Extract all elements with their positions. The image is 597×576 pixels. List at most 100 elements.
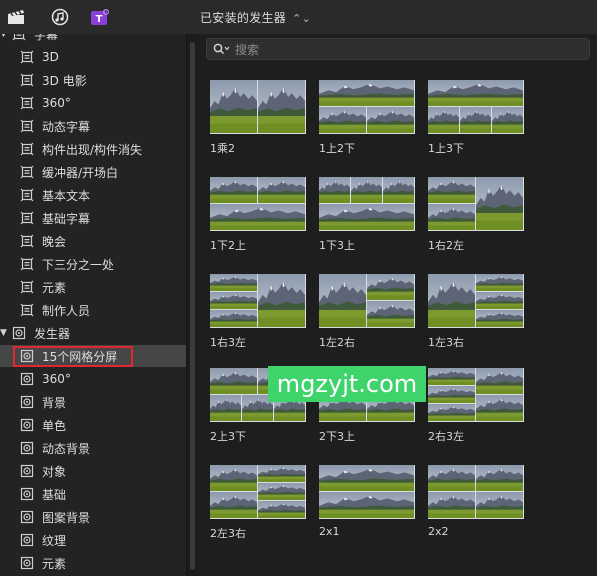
generator-tile-label: 1左3右 <box>428 336 464 349</box>
sidebar-item-label: 制作人员 <box>42 303 91 318</box>
sidebar-item[interactable]: 制作人员 <box>0 299 186 321</box>
thumbnail-cell <box>258 274 305 327</box>
generator-tile-label: 1下2上 <box>210 239 246 252</box>
sidebar-item-label: 360° <box>42 372 71 386</box>
sidebar-item[interactable]: 基础 <box>0 483 186 505</box>
sidebar-item[interactable]: 构件出现/构件消失 <box>0 138 186 160</box>
selection-highlight-box <box>13 346 133 367</box>
title-frame-icon <box>20 119 34 133</box>
thumbnail-cell <box>210 204 305 230</box>
sidebar-item[interactable]: 动态字幕 <box>0 115 186 137</box>
title-frame-icon <box>20 211 34 225</box>
generator-tile-label: 1右3左 <box>210 336 246 349</box>
generator-thumbnail[interactable] <box>428 465 524 519</box>
sidebar-item[interactable]: 360° <box>0 92 186 114</box>
generator-icon <box>20 510 34 524</box>
thumbnail-cell <box>210 274 257 291</box>
sidebar-item-label: 动态字幕 <box>42 119 91 134</box>
sidebar-item[interactable]: 晚会 <box>0 230 186 252</box>
thumbnail-cell <box>476 177 523 230</box>
sidebar-item[interactable]: 图案背景 <box>0 506 186 528</box>
sidebar-item-label: 发生器 <box>34 326 71 341</box>
thumbnail-cell <box>428 107 459 133</box>
title-frame-icon <box>20 96 34 110</box>
title-frame-icon <box>20 73 34 87</box>
sidebar-item-label: 字幕 <box>34 34 59 42</box>
sidebar-item-label: 单色 <box>42 418 67 433</box>
thumbnail-cell <box>210 368 257 394</box>
sidebar-item[interactable]: 360° <box>0 368 186 390</box>
sidebar-category[interactable]: ▼ 发生器 <box>0 322 186 344</box>
thumbnail-cell <box>460 107 491 133</box>
sidebar-item[interactable]: 元素 <box>0 276 186 298</box>
generator-tile-label: 2x1 <box>319 525 340 538</box>
search-icon <box>213 43 235 55</box>
thumbnail-cell <box>351 177 382 203</box>
thumbnail-cell <box>258 80 305 133</box>
thumbnail-cell <box>210 465 257 491</box>
sidebar-item-label: 基础字幕 <box>42 211 91 226</box>
generator-thumbnail[interactable] <box>210 177 306 231</box>
thumbnail-cell <box>428 80 523 106</box>
sidebar-item[interactable]: 动态背景 <box>0 437 186 459</box>
generator-thumbnail[interactable] <box>428 80 524 134</box>
sidebar: ▼ 字幕 3D 3D 电影 360° 动态字幕构件出现/构件消失缓冲器/开场白 基本文本基础… <box>0 34 186 576</box>
thumbnail-cell <box>258 177 305 203</box>
generator-thumbnail[interactable] <box>428 368 524 422</box>
generator-tile-label: 1上2下 <box>319 142 355 155</box>
sidebar-item-label: 动态背景 <box>42 441 91 456</box>
title-frame-icon <box>20 188 34 202</box>
generator-thumbnail[interactable] <box>428 274 524 328</box>
toolbar: T 已安装的发生器 ⌃⌄ <box>0 0 597 35</box>
sidebar-item-label: 晚会 <box>42 234 67 249</box>
search-field[interactable]: 搜索 <box>206 38 590 60</box>
sidebar-item-label: 基础 <box>42 487 67 502</box>
disclosure-triangle-icon[interactable]: ▼ <box>0 34 10 39</box>
disclosure-triangle-icon[interactable]: ▼ <box>0 328 10 338</box>
clapper-icon[interactable] <box>6 8 26 26</box>
generator-tile-label: 2下3上 <box>319 430 355 443</box>
sidebar-item[interactable]: 缓冲器/开场白 <box>0 161 186 183</box>
sidebar-item[interactable]: 下三分之一处 <box>0 253 186 275</box>
generator-thumbnail[interactable] <box>319 177 415 231</box>
sidebar-item-label: 构件出现/构件消失 <box>42 142 143 157</box>
generator-thumbnail[interactable] <box>210 274 306 328</box>
thumbnail-cell <box>476 395 523 421</box>
svg-text:T: T <box>96 14 103 25</box>
thumbnail-cell <box>428 465 475 491</box>
sidebar-item-label: 图案背景 <box>42 510 91 525</box>
sidebar-item[interactable]: 纹理 <box>0 529 186 551</box>
generator-thumbnail[interactable] <box>319 80 415 134</box>
generator-tile-label: 1上3下 <box>428 142 464 155</box>
generator-thumbnail[interactable] <box>428 177 524 231</box>
sidebar-category[interactable]: ▼ 字幕 <box>0 34 186 45</box>
browser-title[interactable]: 已安装的发生器 ⌃⌄ <box>200 9 311 26</box>
sidebar-item-label: 元素 <box>42 556 67 571</box>
sidebar-item-label: 背景 <box>42 395 67 410</box>
title-frame-icon <box>20 303 34 317</box>
sidebar-item[interactable]: 基本文本 <box>0 184 186 206</box>
generator-thumbnail[interactable] <box>210 80 306 134</box>
generator-thumbnail[interactable] <box>319 274 415 328</box>
thumbnail-cell <box>210 310 257 327</box>
titles-icon[interactable]: T <box>90 8 110 26</box>
generator-thumbnail[interactable] <box>210 465 306 519</box>
sidebar-item[interactable]: 对象 <box>0 460 186 482</box>
sidebar-item[interactable]: 元素 <box>0 552 186 574</box>
thumbnail-cell <box>383 177 414 203</box>
sidebar-item-label: 360° <box>42 96 71 110</box>
sidebar-item[interactable]: 背景 <box>0 391 186 413</box>
music-icon[interactable] <box>50 8 70 26</box>
thumbnail-cell <box>210 492 257 518</box>
thumbnail-cell <box>210 292 257 309</box>
generator-icon <box>20 464 34 478</box>
title-frame-icon <box>20 280 34 294</box>
thumbnail-cell <box>210 395 241 421</box>
sidebar-item[interactable]: 3D 电影 <box>0 69 186 91</box>
sidebar-item[interactable]: 3D <box>0 46 186 68</box>
scrollbar-thumb[interactable] <box>190 42 195 570</box>
generator-tile-label: 2左3右 <box>210 527 246 540</box>
sidebar-item[interactable]: 单色 <box>0 414 186 436</box>
sidebar-item[interactable]: 基础字幕 <box>0 207 186 229</box>
generator-thumbnail[interactable] <box>319 465 415 519</box>
